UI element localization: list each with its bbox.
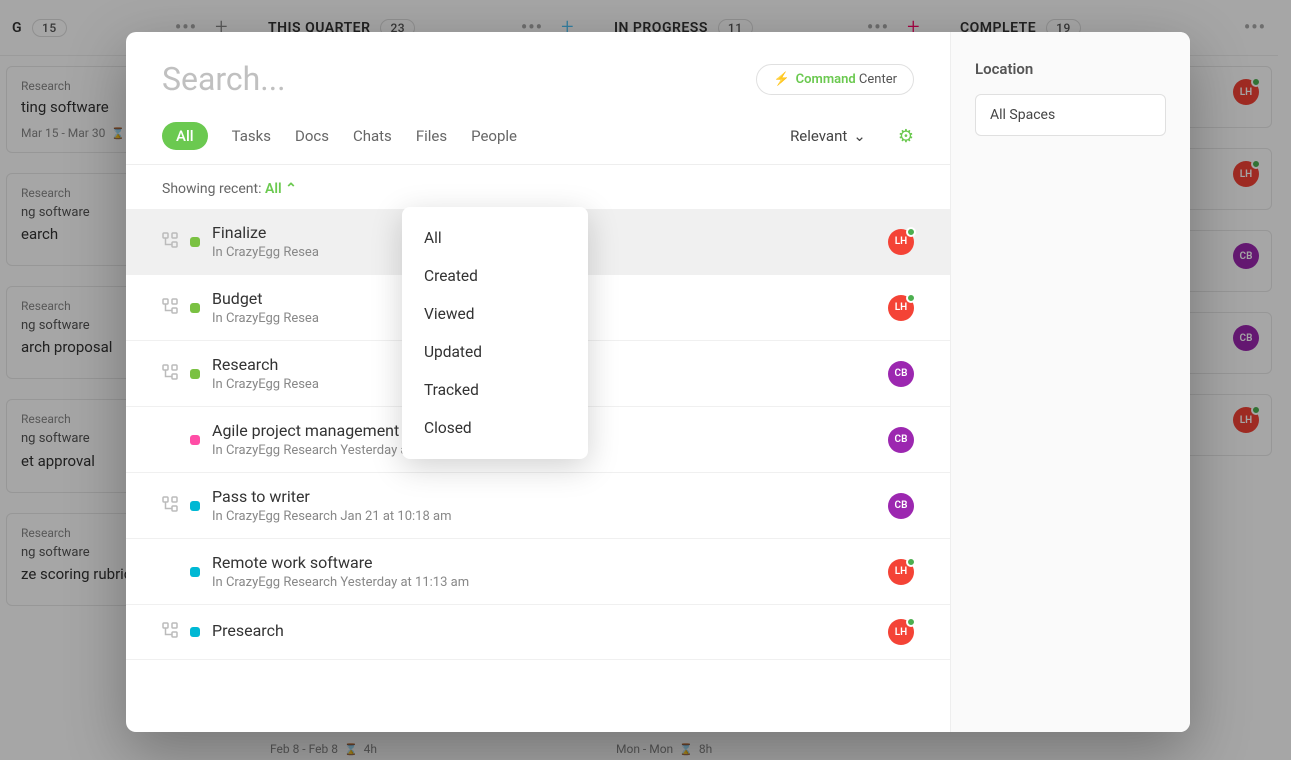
search-result-item[interactable]: Presearch LH (126, 605, 950, 660)
sort-dropdown[interactable]: Relevant ⌄ (790, 127, 866, 145)
status-dot (190, 501, 200, 511)
status-dot (190, 303, 200, 313)
status-badge (906, 227, 916, 237)
location-label: Location (975, 60, 1166, 78)
search-tabs: All Tasks Docs Chats Files People Releva… (126, 98, 950, 165)
avatar: CB (888, 427, 914, 453)
avatar: LH (888, 559, 914, 585)
subtask-tree-icon (162, 496, 178, 516)
result-meta: In CrazyEgg Research Jan 21 at 10:18 am (212, 509, 876, 524)
subtask-tree-icon (162, 232, 178, 252)
tab-all[interactable]: All (162, 122, 208, 150)
status-dot (190, 435, 200, 445)
command-center-button[interactable]: ⚡ Command Center (756, 64, 914, 95)
tab-people[interactable]: People (471, 123, 517, 149)
tab-files[interactable]: Files (416, 123, 447, 149)
tab-tasks[interactable]: Tasks (232, 123, 271, 149)
search-modal: ⚡ Command Center All Tasks Docs Chats Fi… (126, 32, 1190, 732)
avatar: LH (888, 295, 914, 321)
dropdown-item-viewed[interactable]: Viewed (402, 295, 588, 333)
search-input[interactable] (162, 60, 740, 98)
command-label-rest: Center (856, 72, 897, 87)
status-dot (190, 237, 200, 247)
result-title: Remote work software (212, 553, 876, 572)
status-badge (906, 293, 916, 303)
status-badge (906, 617, 916, 627)
subtask-tree-icon (162, 622, 178, 642)
avatar: CB (888, 493, 914, 519)
tab-docs[interactable]: Docs (295, 123, 329, 149)
dropdown-item-closed[interactable]: Closed (402, 409, 588, 447)
dropdown-item-created[interactable]: Created (402, 257, 588, 295)
recent-prefix: Showing recent: (162, 181, 265, 197)
sort-label: Relevant (790, 127, 847, 145)
search-row: ⚡ Command Center (126, 32, 950, 98)
result-title: Pass to writer (212, 487, 876, 506)
status-dot (190, 369, 200, 379)
avatar: LH (888, 619, 914, 645)
command-label-strong: Command (796, 72, 856, 87)
status-dot (190, 627, 200, 637)
chevron-up-icon: ⌃ (285, 181, 297, 197)
search-result-item[interactable]: Pass to writer In CrazyEgg Research Jan 2… (126, 473, 950, 539)
dropdown-item-updated[interactable]: Updated (402, 333, 588, 371)
search-result-item[interactable]: Remote work software In CrazyEgg Research… (126, 539, 950, 605)
location-select[interactable]: All Spaces (975, 94, 1166, 136)
status-dot (190, 567, 200, 577)
dropdown-item-all[interactable]: All (402, 219, 588, 257)
recent-filter-toggle[interactable]: All ⌃ (265, 181, 297, 197)
search-main: ⚡ Command Center All Tasks Docs Chats Fi… (126, 32, 950, 732)
avatar: LH (888, 229, 914, 255)
subtask-tree-icon (162, 364, 178, 384)
recent-filter-row: Showing recent: All ⌃ All Created Viewed… (126, 165, 950, 209)
result-meta: In CrazyEgg Research Yesterday at 11:13 … (212, 575, 876, 590)
tab-chats[interactable]: Chats (353, 123, 392, 149)
chevron-down-icon: ⌄ (853, 127, 866, 145)
avatar: CB (888, 361, 914, 387)
search-sidebar: Location All Spaces (950, 32, 1190, 732)
subtask-tree-icon (162, 298, 178, 318)
status-badge (906, 557, 916, 567)
result-title: Presearch (212, 621, 876, 640)
bolt-icon: ⚡ (773, 72, 789, 87)
recent-filter-dropdown: All Created Viewed Updated Tracked Close… (402, 207, 588, 459)
dropdown-item-tracked[interactable]: Tracked (402, 371, 588, 409)
gear-icon[interactable]: ⚙ (898, 126, 914, 147)
